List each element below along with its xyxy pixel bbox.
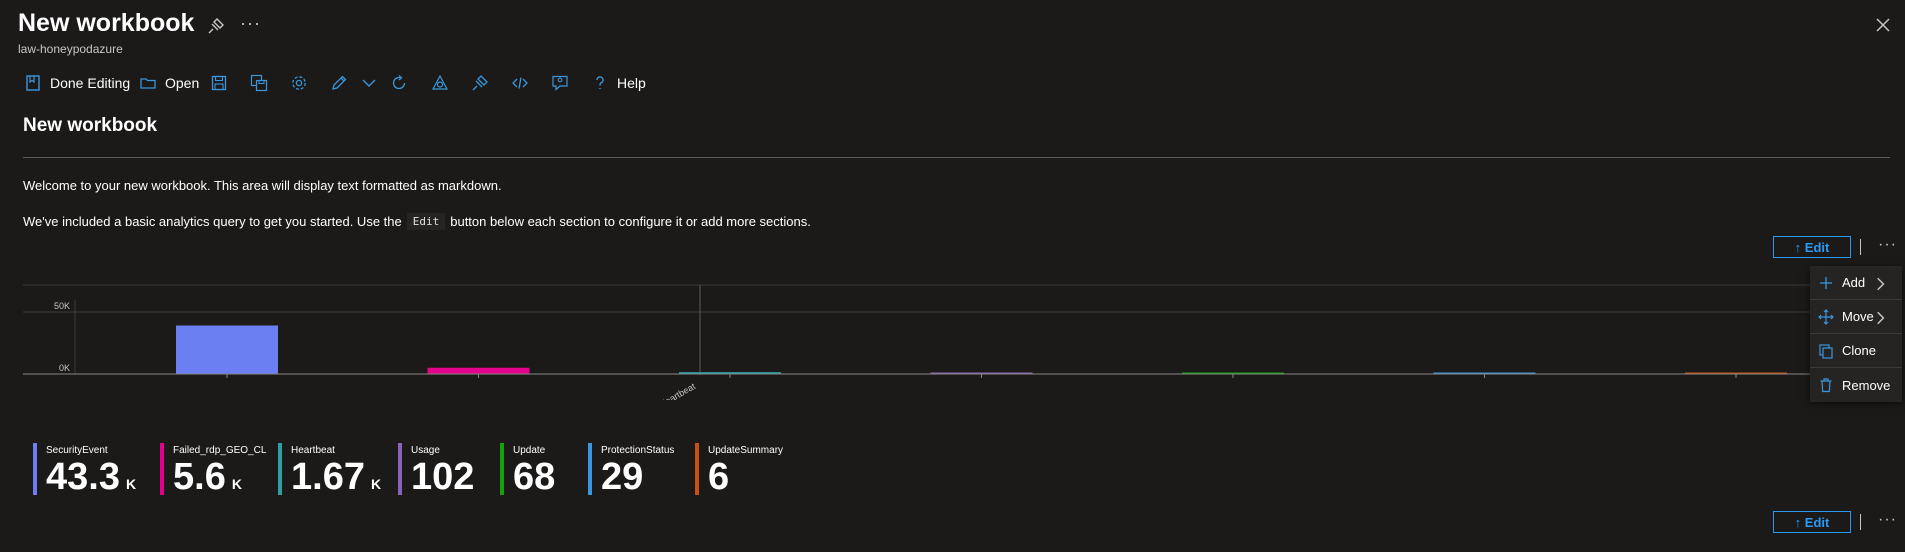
edit-section-button-2[interactable]: ↑ Edit [1773,511,1851,533]
section-more-button[interactable]: ··· [1878,236,1897,254]
tile-update[interactable]: Update 68 [500,443,561,496]
pin-icon[interactable] [206,16,226,36]
tile-number: 5.6 [173,456,226,498]
trash-icon [1820,378,1832,393]
plus-icon [1820,276,1832,289]
tile-heartbeat[interactable]: Heartbeat 1.67 K [278,443,381,496]
markdown-paragraph-2: We've included a basic analytics query t… [23,213,811,230]
separator-2 [1860,514,1861,530]
section-title: New workbook [23,115,158,136]
chevron-right-icon [1877,277,1885,291]
edit-section-button[interactable]: ↑ Edit [1773,236,1851,258]
chevron-right-icon [1877,311,1885,325]
divider [23,157,1890,158]
close-icon[interactable] [1872,14,1894,36]
tile-number: 29 [601,456,644,498]
done-editing-icon [26,75,40,91]
help-button[interactable]: Help [591,69,646,97]
page-title: New workbook [18,9,195,37]
autorefresh-icon[interactable] [429,72,451,94]
menu-remove-label: Remove [1842,377,1891,393]
tile-label: UpdateSummary [708,445,784,456]
tile-value: 68 [513,458,561,503]
menu-add-label: Add [1842,275,1866,290]
save-as-icon[interactable] [248,72,270,94]
refresh-icon[interactable] [388,72,410,94]
tile-unit: K [370,476,382,492]
feedback-icon[interactable] [549,72,571,94]
tile-label: Update [513,445,546,456]
code-icon[interactable] [509,72,531,94]
tile-unit: K [125,476,137,492]
bar-failed-rdp-geo-cl[interactable] [427,367,530,374]
edit-pencil-icon[interactable] [328,72,350,94]
bar-securityevent[interactable] [176,325,278,374]
section-more-button-2[interactable]: ··· [1878,511,1897,529]
tile-number: 1.67 [291,456,365,498]
menu-clone-label: Clone [1842,343,1876,358]
tile-label: ProtectionStatus [601,445,675,456]
y-tick-0k: 0K [59,363,70,373]
save-icon[interactable] [208,72,230,94]
more-options-button[interactable]: ··· [240,13,261,34]
context-menu: Add Move Clone Remove [1810,266,1902,402]
tile-label: Usage [411,445,440,456]
x-label-heartbeat: Heartbeat [658,381,698,400]
tile-value: 5.6 K [173,458,266,503]
open-label: Open [165,75,200,91]
menu-move-label: Move [1842,309,1874,324]
tile-label: SecurityEvent [46,445,108,456]
tile-value: 1.67 K [291,458,381,503]
paragraph-text-end: button below each section to configure i… [450,214,811,229]
menu-item-remove[interactable]: Remove [1810,368,1902,402]
tile-protectionstatus[interactable]: ProtectionStatus 29 [588,443,675,496]
tile-label: Heartbeat [291,445,335,456]
bar-chart: 50K 0K Heartbeat [23,284,1860,400]
markdown-paragraph-1: Welcome to your new workbook. This area … [23,178,502,193]
menu-item-add[interactable]: Add [1810,266,1902,300]
pin-toolbar-icon[interactable] [469,72,491,94]
inline-code-edit: Edit [406,213,446,230]
settings-icon[interactable] [288,72,310,94]
menu-item-move[interactable]: Move [1810,300,1902,334]
folder-open-icon [140,78,156,89]
tile-number: 6 [708,456,730,498]
y-tick-50k: 50K [54,301,70,311]
open-button[interactable]: Open [139,69,199,97]
tile-usage[interactable]: Usage 102 [398,443,480,496]
chevron-down-icon[interactable] [358,72,380,94]
tile-label: Failed_rdp_GEO_CL [173,445,267,456]
tile-value: 102 [411,458,480,503]
separator [1860,239,1861,255]
tile-value: 6 [708,458,783,503]
tile-number: 102 [411,456,475,498]
done-editing-label: Done Editing [50,75,131,91]
workspace-subtitle: law-honeypodazure [18,42,123,56]
move-icon [1818,308,1834,325]
clone-icon [1819,343,1833,359]
tile-unit: K [231,476,242,492]
tile-securityevent[interactable]: SecurityEvent 43.3 K [33,443,136,496]
tile-updatesummary[interactable]: UpdateSummary 6 [695,443,784,496]
done-editing-button[interactable]: Done Editing [24,69,130,97]
help-label: Help [617,75,646,91]
tile-number: 68 [513,456,556,498]
help-icon [596,76,604,89]
tile-number: 43.3 [46,456,120,498]
menu-item-clone[interactable]: Clone [1810,334,1902,368]
tile-value: 43.3 K [46,458,136,503]
paragraph-text-start: We've included a basic analytics query t… [23,214,402,229]
tile-value: 29 [601,458,674,503]
tile-failed-rdp-geo-cl[interactable]: Failed_rdp_GEO_CL 5.6 K [160,443,267,496]
